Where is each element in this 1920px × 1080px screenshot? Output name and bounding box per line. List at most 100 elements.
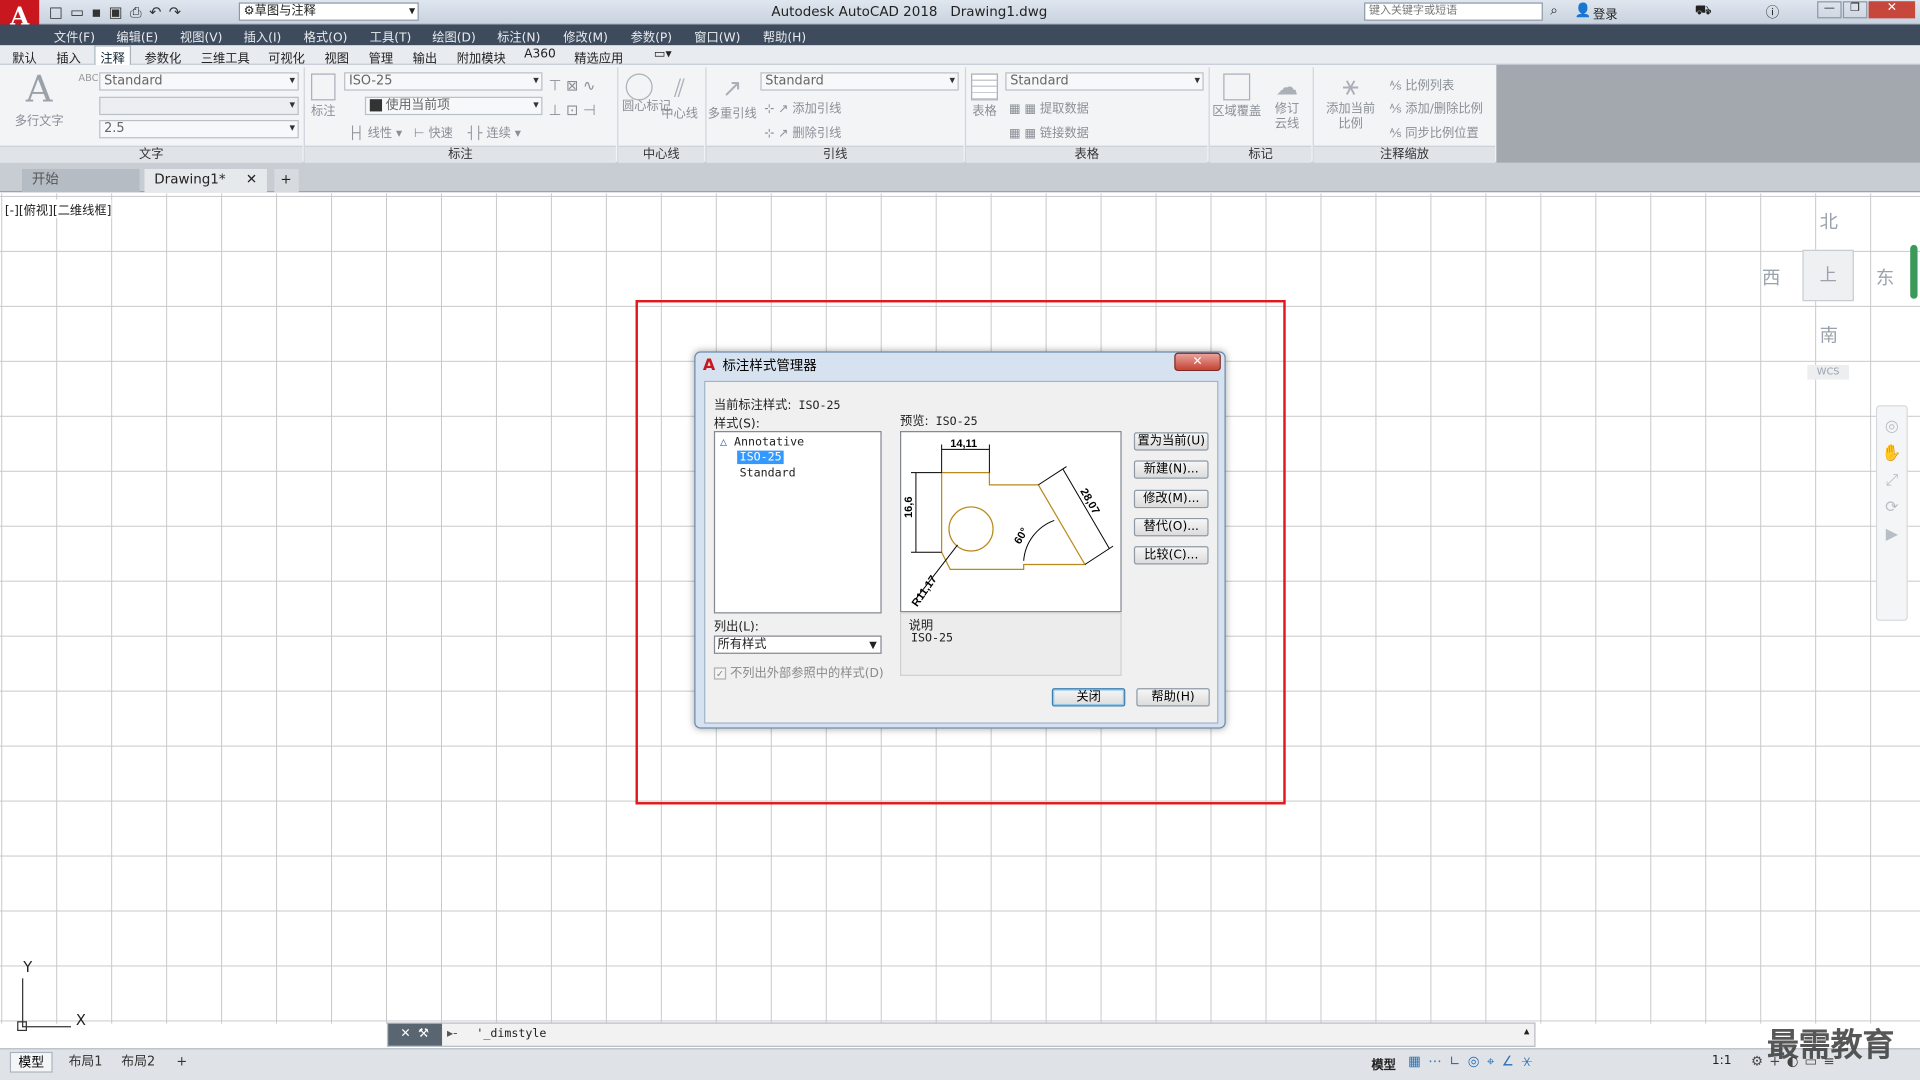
tab-manage[interactable]: 管理 xyxy=(369,48,393,66)
tab-start[interactable]: 开始 xyxy=(22,168,140,193)
table-style-dropdown[interactable]: Standard xyxy=(1005,72,1204,91)
add-leader-button[interactable]: ⊹ ↗ 添加引线 xyxy=(764,98,841,116)
pan-icon[interactable]: ✋ xyxy=(1877,441,1906,468)
modify-style-button[interactable]: 修改(M)... xyxy=(1133,489,1209,509)
list-item-selected[interactable]: ISO-25 xyxy=(737,450,785,465)
panel-title-leader[interactable]: 引线 xyxy=(706,145,964,163)
command-input[interactable]: '_dimstyle xyxy=(476,1027,546,1040)
binoculars-icon[interactable]: ⌕ xyxy=(1550,2,1558,19)
add-delete-scale-button[interactable]: ⅍ 添加/删除比例 xyxy=(1390,98,1483,116)
xref-checkbox[interactable]: ✓ 不列出外部参照中的样式(D) xyxy=(713,662,884,681)
close-button[interactable]: 关闭 xyxy=(1051,688,1126,707)
center-mark-button[interactable]: 圆心标记 xyxy=(622,73,671,115)
revcloud-button[interactable]: ☁ 修订云线 xyxy=(1269,73,1306,132)
open-icon[interactable]: ▭ xyxy=(70,4,91,21)
cart-icon[interactable]: ⛟ xyxy=(1695,2,1712,20)
viewcube-west[interactable]: 西 xyxy=(1762,264,1780,290)
leader-style-dropdown[interactable]: Standard xyxy=(760,72,959,91)
tab-parametric[interactable]: 参数化 xyxy=(144,48,181,66)
tab-output[interactable]: 输出 xyxy=(413,48,437,66)
model-space-button[interactable]: 模型 xyxy=(1371,1054,1395,1072)
quick-dim-button[interactable]: ⊢ 快速 xyxy=(414,122,453,140)
dialog-close-button[interactable]: ✕ xyxy=(1174,352,1221,372)
tab-insert[interactable]: 插入 xyxy=(56,48,80,66)
menu-help[interactable]: 帮助(H) xyxy=(763,27,806,45)
tab-visualize[interactable]: 可视化 xyxy=(268,48,305,66)
text-style-dropdown[interactable]: Standard xyxy=(99,72,299,91)
close-window-button[interactable]: ✕ xyxy=(1868,1,1916,19)
link-data-button[interactable]: ▦ ▦ 链接数据 xyxy=(1009,122,1089,140)
menu-file[interactable]: 文件(F) xyxy=(54,27,95,45)
remove-leader-button[interactable]: ⊹ ↗ 删除引线 xyxy=(764,122,841,140)
layout-tab-1[interactable]: 布局1 xyxy=(61,1052,110,1073)
viewcube-east[interactable]: 东 xyxy=(1876,264,1894,290)
tab-drawing1[interactable]: Drawing1* ✕ xyxy=(144,168,267,193)
menu-format[interactable]: 格式(O) xyxy=(304,27,348,45)
list-item[interactable]: Standard xyxy=(740,467,796,480)
help-icon[interactable]: ⓘ xyxy=(1766,2,1779,22)
list-filter-dropdown[interactable]: 所有样式 ▼ xyxy=(713,635,882,654)
menu-insert[interactable]: 插入(I) xyxy=(244,27,282,45)
new-style-button[interactable]: 新建(N)... xyxy=(1133,460,1209,479)
new-icon[interactable]: □ xyxy=(49,4,70,21)
dim-style-dropdown[interactable]: ISO-25 xyxy=(344,72,543,91)
panel-title-text[interactable]: 文字 xyxy=(0,145,303,163)
new-tab-button[interactable]: + xyxy=(274,168,299,193)
find-text-input[interactable] xyxy=(99,96,299,116)
compare-styles-button[interactable]: 比较(C)... xyxy=(1133,546,1209,565)
close-icon[interactable]: ✕ xyxy=(400,1027,418,1040)
menu-window[interactable]: 窗口(W) xyxy=(694,27,740,45)
tab-a360[interactable]: A360 xyxy=(524,48,556,61)
save-icon[interactable]: ▪ xyxy=(91,4,108,21)
osnap-icon[interactable]: ⌖ xyxy=(1487,1053,1502,1069)
scroll-indicator[interactable] xyxy=(1910,244,1918,299)
showmotion-icon[interactable]: ▶ xyxy=(1877,522,1906,549)
tab-addins[interactable]: 附加模块 xyxy=(457,48,506,66)
centerline-button[interactable]: ⫽ 中心线 xyxy=(661,73,698,121)
styles-list[interactable]: △ Annotative ISO-25 Standard xyxy=(713,431,882,614)
redo-icon[interactable]: ↷ xyxy=(169,4,189,21)
text-height-dropdown[interactable]: 2.5 xyxy=(99,120,299,139)
continue-dim-button[interactable]: ┤├ 连续 ▾ xyxy=(468,122,521,140)
list-item[interactable]: △ Annotative xyxy=(720,436,804,449)
tab-featured-apps[interactable]: 精选应用 xyxy=(574,48,623,66)
override-style-button[interactable]: 替代(O)... xyxy=(1133,517,1209,537)
maximize-button[interactable]: ❐ xyxy=(1842,1,1868,19)
set-current-button[interactable]: 置为当前(U) xyxy=(1133,432,1209,451)
snap-icon[interactable]: ⋯ xyxy=(1428,1053,1449,1069)
multiline-text-button[interactable]: A 多行文字 xyxy=(10,70,69,128)
polar-icon[interactable]: ◎ xyxy=(1468,1053,1487,1069)
steering-wheel-icon[interactable]: ◎ xyxy=(1877,414,1906,441)
add-layout-button[interactable]: + xyxy=(169,1052,194,1073)
panel-title-table[interactable]: 表格 xyxy=(966,145,1208,163)
extract-data-button[interactable]: ▦ ▦ 提取数据 xyxy=(1009,98,1089,116)
menu-draw[interactable]: 绘图(D) xyxy=(432,27,475,45)
tab-default[interactable]: 默认 xyxy=(12,48,36,66)
annotation-icon[interactable]: ⚹ xyxy=(1521,1053,1540,1069)
tab-3d-tools[interactable]: 三维工具 xyxy=(201,48,250,66)
layout-tab-model[interactable]: 模型 xyxy=(9,1051,53,1073)
dim-layer-dropdown[interactable]: 使用当前项 xyxy=(364,96,543,116)
menu-dimension[interactable]: 标注(N) xyxy=(497,27,540,45)
dimension-button[interactable]: 标注 xyxy=(309,73,338,119)
help-button[interactable]: 帮助(H) xyxy=(1136,688,1210,707)
tab-view[interactable]: 视图 xyxy=(324,48,348,66)
wipeout-button[interactable]: 区域覆盖 xyxy=(1212,73,1261,119)
wcs-menu[interactable]: WCS xyxy=(1807,364,1849,380)
spellcheck-icon[interactable]: ABC xyxy=(78,72,98,83)
annotation-scale[interactable]: 1:1 xyxy=(1712,1054,1732,1067)
scale-list-button[interactable]: ⅍ 比例列表 xyxy=(1390,75,1454,93)
otrack-icon[interactable]: ∠ xyxy=(1502,1053,1521,1069)
viewcube-north[interactable]: 北 xyxy=(1820,208,1838,234)
grid-icon[interactable]: ▦ xyxy=(1408,1053,1428,1069)
viewcube-top-face[interactable]: 上 xyxy=(1802,249,1854,302)
saveas-icon[interactable]: ▣ xyxy=(109,4,130,21)
viewcube-south[interactable]: 南 xyxy=(1820,322,1838,348)
ribbon-toggle-icon[interactable]: ▭▾ xyxy=(654,48,672,61)
print-icon[interactable]: ⎙ xyxy=(130,4,149,21)
menu-edit[interactable]: 编辑(E) xyxy=(116,27,158,45)
minimize-button[interactable]: — xyxy=(1817,1,1842,19)
sync-scale-button[interactable]: ⅍ 同步比例位置 xyxy=(1390,122,1479,140)
command-line-controls[interactable]: ✕⚒ xyxy=(388,1023,443,1046)
menu-view[interactable]: 视图(V) xyxy=(180,27,222,45)
